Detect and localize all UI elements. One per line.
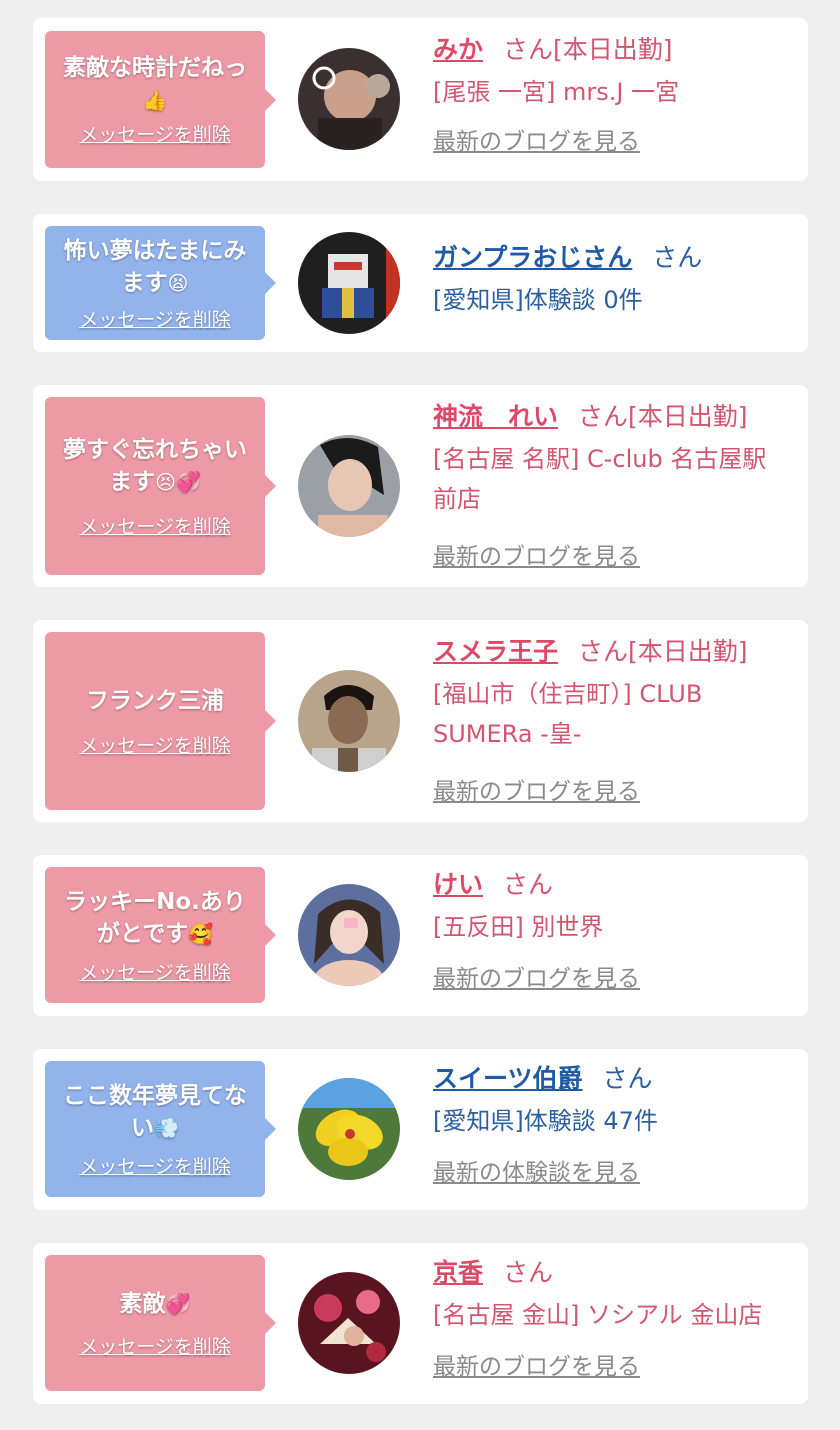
shop-name: [福山市（住吉町）] CLUB SUMERa -皇- bbox=[433, 680, 703, 748]
message-text: 素敵💞 bbox=[119, 1290, 191, 1317]
delete-message-link[interactable]: メッセージを削除 bbox=[79, 1332, 231, 1359]
message-text: ここ数年夢見てない💨 bbox=[63, 1082, 247, 1141]
profile-name-link[interactable]: スイーツ伯爵 bbox=[433, 1064, 583, 1093]
message-card: ラッキーNo.ありがとです🥰 メッセージを削除 けい さん [五反田] 別世界 最… bbox=[33, 855, 808, 1016]
profile-name-link[interactable]: けい bbox=[433, 870, 483, 899]
heart-emoji-icon: 😣💞 bbox=[155, 469, 201, 494]
message-text: フランク三浦 bbox=[86, 687, 224, 714]
message-bubble: 夢すぐ忘れちゃいます😣💞 メッセージを削除 bbox=[45, 397, 276, 575]
avatar[interactable] bbox=[298, 435, 400, 537]
profile-name-link[interactable]: ガンプラおじさん bbox=[433, 243, 632, 272]
shop-name: [五反田] 別世界 bbox=[433, 913, 604, 941]
tired-face-emoji-icon: 😫 bbox=[167, 270, 189, 295]
message-bubble: 怖い夢はたまにみます😫 メッセージを削除 bbox=[45, 226, 276, 340]
profile-suffix: さん bbox=[503, 870, 554, 899]
smiling-hearts-emoji-icon: 🥰 bbox=[188, 921, 214, 946]
profile-name-link[interactable]: スメラ王子 bbox=[433, 637, 558, 666]
profile-info: 京香 さん [名古屋 金山] ソシアル 金山店 最新のブログを見る bbox=[433, 1257, 790, 1381]
profile-suffix: さん[本日出勤] bbox=[578, 402, 748, 431]
dash-emoji-icon: 💨 bbox=[154, 1115, 179, 1140]
profile-name-link[interactable]: 京香 bbox=[433, 1258, 483, 1287]
shop-name: [尾張 一宮] mrs.J 一宮 bbox=[433, 78, 680, 106]
avatar[interactable] bbox=[298, 670, 400, 772]
profile-info: みか さん[本日出勤] [尾張 一宮] mrs.J 一宮 最新のブログを見る bbox=[433, 34, 790, 156]
message-text: 素敵な時計だねっ 👍 bbox=[63, 55, 247, 112]
latest-blog-link[interactable]: 最新のブログを見る bbox=[433, 959, 790, 993]
profile-suffix: さん[本日出勤] bbox=[503, 35, 673, 64]
hearts-emoji-icon: 💞 bbox=[165, 1291, 191, 1316]
latest-blog-link[interactable]: 最新のブログを見る bbox=[433, 772, 790, 806]
message-card: 素敵な時計だねっ 👍 メッセージを削除 みか さん[本日出勤] [尾張 一宮] mr… bbox=[33, 18, 808, 181]
message-card: 素敵💞 メッセージを削除 京香 さん [名古屋 金山] ソシアル 金山店 最新のブ… bbox=[33, 1243, 808, 1404]
shop-name: [愛知県]体験談 47件 bbox=[433, 1107, 658, 1135]
avatar[interactable] bbox=[298, 1272, 400, 1374]
shop-name: [名古屋 金山] ソシアル 金山店 bbox=[433, 1301, 763, 1329]
profile-info: ガンプラおじさん さん [愛知県]体験談 0件 bbox=[433, 242, 790, 320]
profile-info: けい さん [五反田] 別世界 最新のブログを見る bbox=[433, 869, 790, 993]
message-text: 怖い夢はたまにみます😫 bbox=[63, 237, 247, 296]
profile-info: スメラ王子 さん[本日出勤] [福山市（住吉町）] CLUB SUMERa -皇-… bbox=[433, 636, 790, 806]
delete-message-link[interactable]: メッセージを削除 bbox=[79, 305, 231, 332]
message-bubble: ラッキーNo.ありがとです🥰 メッセージを削除 bbox=[45, 867, 276, 1003]
profile-info: スイーツ伯爵 さん [愛知県]体験談 47件 最新の体験談を見る bbox=[433, 1063, 790, 1187]
message-bubble: フランク三浦 メッセージを削除 bbox=[45, 632, 276, 810]
message-bubble: 素敵💞 メッセージを削除 bbox=[45, 1255, 276, 1391]
message-card: 夢すぐ忘れちゃいます😣💞 メッセージを削除 神流 れい さん[本日出勤] [名古屋… bbox=[33, 385, 808, 587]
delete-message-link[interactable]: メッセージを削除 bbox=[79, 731, 231, 758]
message-card: ここ数年夢見てない💨 メッセージを削除 スイーツ伯爵 さん [愛知県]体験談 47… bbox=[33, 1049, 808, 1210]
delete-message-link[interactable]: メッセージを削除 bbox=[79, 1152, 231, 1179]
message-card: フランク三浦 メッセージを削除 スメラ王子 さん[本日出勤] [福山市（住吉町）]… bbox=[33, 620, 808, 822]
delete-message-link[interactable]: メッセージを削除 bbox=[79, 958, 231, 985]
latest-blog-link[interactable]: 最新のブログを見る bbox=[433, 122, 790, 156]
shop-name: [名古屋 名駅] C-club 名古屋駅前店 bbox=[433, 445, 767, 513]
profile-name-link[interactable]: 神流 れい bbox=[433, 402, 558, 431]
latest-blog-link[interactable]: 最新のブログを見る bbox=[433, 1347, 790, 1381]
profile-name-link[interactable]: みか bbox=[433, 35, 483, 64]
message-text: ラッキーNo.ありがとです🥰 bbox=[64, 888, 246, 947]
profile-suffix: さん bbox=[602, 1064, 653, 1093]
avatar[interactable] bbox=[298, 1078, 400, 1180]
message-text: 夢すぐ忘れちゃいます😣💞 bbox=[63, 436, 247, 495]
profile-info: 神流 れい さん[本日出勤] [名古屋 名駅] C-club 名古屋駅前店 最新の… bbox=[433, 401, 790, 571]
message-bubble: 素敵な時計だねっ 👍 メッセージを削除 bbox=[45, 31, 276, 168]
avatar[interactable] bbox=[298, 884, 400, 986]
delete-message-link[interactable]: メッセージを削除 bbox=[79, 512, 231, 539]
avatar[interactable] bbox=[298, 48, 400, 150]
profile-suffix: さん bbox=[503, 1258, 554, 1287]
profile-suffix: さん bbox=[652, 243, 703, 272]
shop-name: [愛知県]体験談 0件 bbox=[433, 286, 643, 314]
profile-suffix: さん[本日出勤] bbox=[578, 637, 748, 666]
latest-review-link[interactable]: 最新の体験談を見る bbox=[433, 1153, 790, 1187]
message-bubble: ここ数年夢見てない💨 メッセージを削除 bbox=[45, 1061, 276, 1197]
thumbs-up-emoji-icon: 👍 bbox=[142, 88, 168, 112]
message-card: 怖い夢はたまにみます😫 メッセージを削除 ガンプラおじさん さん [愛知県]体験談… bbox=[33, 214, 808, 352]
delete-message-link[interactable]: メッセージを削除 bbox=[79, 120, 231, 147]
latest-blog-link[interactable]: 最新のブログを見る bbox=[433, 537, 790, 571]
avatar[interactable] bbox=[298, 232, 400, 334]
